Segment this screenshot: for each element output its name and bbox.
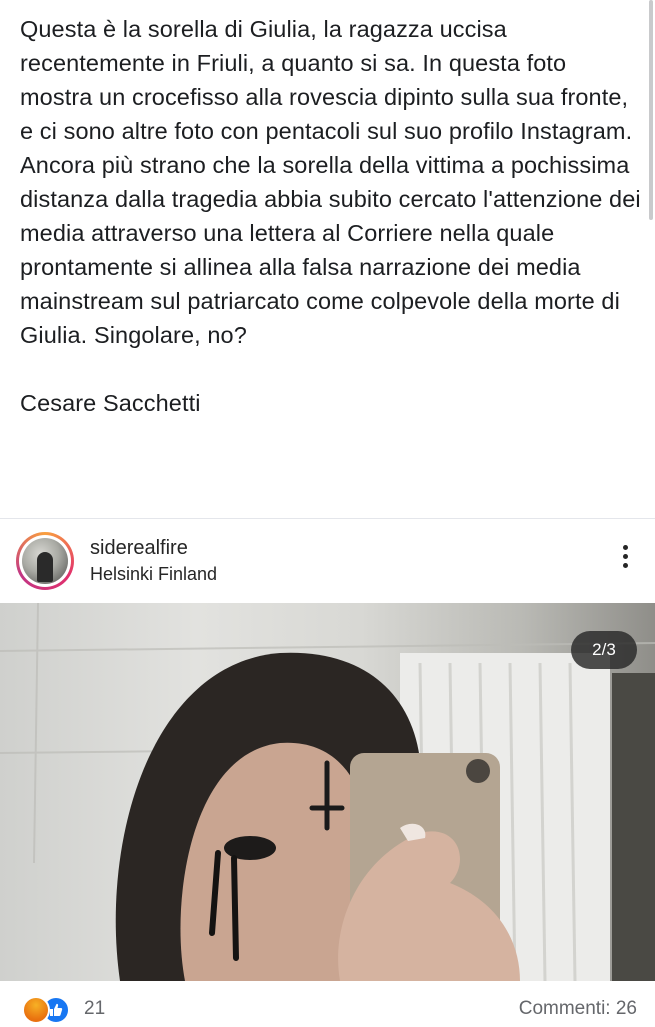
story-ring[interactable] <box>16 532 74 590</box>
comments-count[interactable]: Commenti: 26 <box>519 998 637 1020</box>
photo-illustration <box>0 603 655 981</box>
instagram-post-header: siderealfire Helsinki Finland <box>0 519 655 603</box>
angry-reaction-icon[interactable] <box>22 996 50 1024</box>
reactions-count[interactable]: 21 <box>84 998 105 1020</box>
post-body: Questa è la sorella di Giulia, la ragazz… <box>20 12 645 420</box>
post-signature: Cesare Sacchetti <box>20 390 201 416</box>
carousel-counter: 2/3 <box>571 631 637 669</box>
scrollbar[interactable] <box>649 0 653 220</box>
post-footer: 21 Commenti: 26 <box>0 981 655 1024</box>
post-photo[interactable] <box>0 603 655 981</box>
instagram-location[interactable]: Helsinki Finland <box>90 564 217 585</box>
avatar-frame <box>19 535 71 587</box>
avatar[interactable] <box>22 538 68 584</box>
more-vertical-icon[interactable] <box>610 541 640 581</box>
instagram-username[interactable]: siderealfire <box>90 537 188 560</box>
post-text: Questa è la sorella di Giulia, la ragazz… <box>20 16 641 348</box>
